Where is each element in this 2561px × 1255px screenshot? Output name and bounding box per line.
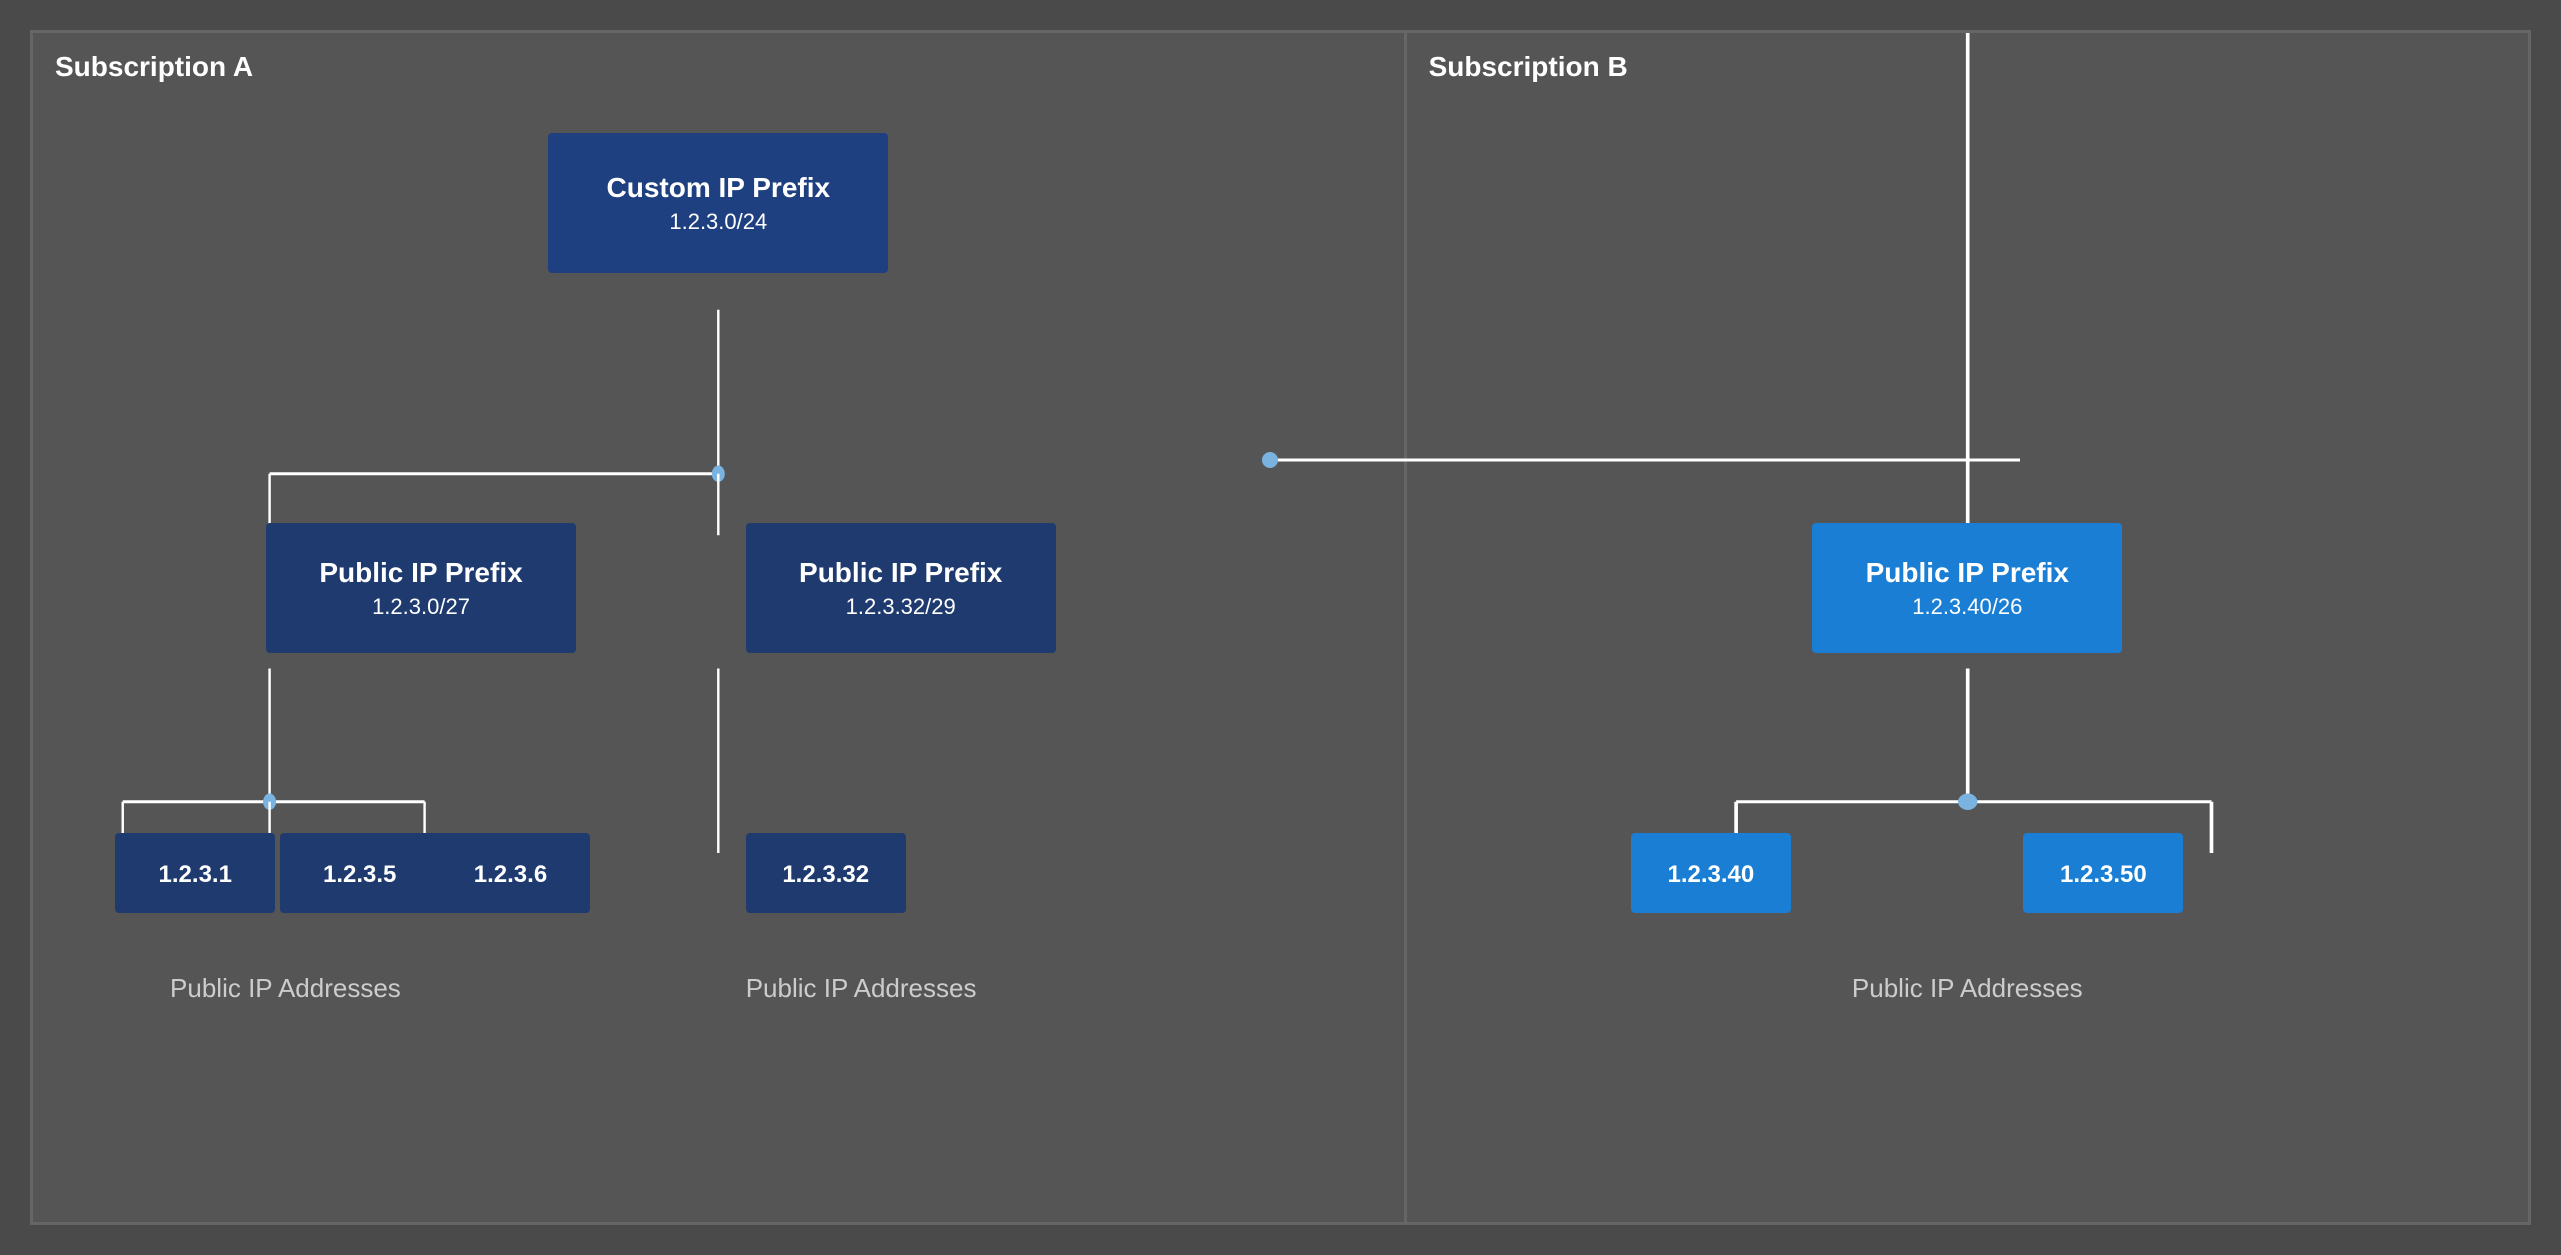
public-ip-prefix-b-box: Public IP Prefix 1.2.3.40/26 bbox=[1812, 523, 2122, 653]
subscription-b-label: Subscription B bbox=[1429, 51, 1628, 83]
prefix2-title: Public IP Prefix bbox=[799, 556, 1002, 590]
subscription-a-panel: Subscription A C bbox=[30, 30, 1404, 1225]
ip-label-prefix-b: Public IP Addresses bbox=[1852, 973, 2083, 1004]
subscription-a-label: Subscription A bbox=[55, 51, 253, 83]
custom-prefix-subtitle: 1.2.3.0/24 bbox=[669, 209, 767, 235]
ip-box-1-3: 1.2.3.6 bbox=[430, 833, 590, 913]
custom-ip-prefix-box: Custom IP Prefix 1.2.3.0/24 bbox=[548, 133, 888, 273]
prefix-b-subtitle: 1.2.3.40/26 bbox=[1912, 594, 2022, 620]
ip-1-1: 1.2.3.1 bbox=[159, 861, 232, 889]
public-ip-prefix-1-box: Public IP Prefix 1.2.3.0/27 bbox=[266, 523, 576, 653]
ip-box-1-1: 1.2.3.1 bbox=[115, 833, 275, 913]
ip-box-b-2: 1.2.3.50 bbox=[2023, 833, 2183, 913]
ip-box-1-2: 1.2.3.5 bbox=[280, 833, 440, 913]
ip-b-1: 1.2.3.40 bbox=[1668, 861, 1755, 889]
ip-2-1: 1.2.3.32 bbox=[782, 861, 869, 889]
custom-prefix-title: Custom IP Prefix bbox=[607, 171, 831, 205]
ip-label-prefix2: Public IP Addresses bbox=[746, 973, 977, 1004]
ip-label-prefix1: Public IP Addresses bbox=[170, 973, 401, 1004]
prefix1-subtitle: 1.2.3.0/27 bbox=[372, 594, 470, 620]
prefix2-subtitle: 1.2.3.32/29 bbox=[846, 594, 956, 620]
prefix-b-title: Public IP Prefix bbox=[1866, 556, 2069, 590]
ip-1-3: 1.2.3.6 bbox=[474, 861, 547, 889]
public-ip-prefix-2-box: Public IP Prefix 1.2.3.32/29 bbox=[746, 523, 1056, 653]
ip-1-2: 1.2.3.5 bbox=[323, 861, 396, 889]
subscription-b-panel: Subscription B Public IP Prefix 1.2.3.40… bbox=[1404, 30, 2531, 1225]
ip-b-2: 1.2.3.50 bbox=[2060, 861, 2147, 889]
prefix1-title: Public IP Prefix bbox=[319, 556, 522, 590]
outer-container: Subscription A C bbox=[0, 0, 2561, 1255]
ip-box-2-1: 1.2.3.32 bbox=[746, 833, 906, 913]
ip-box-b-1: 1.2.3.40 bbox=[1631, 833, 1791, 913]
